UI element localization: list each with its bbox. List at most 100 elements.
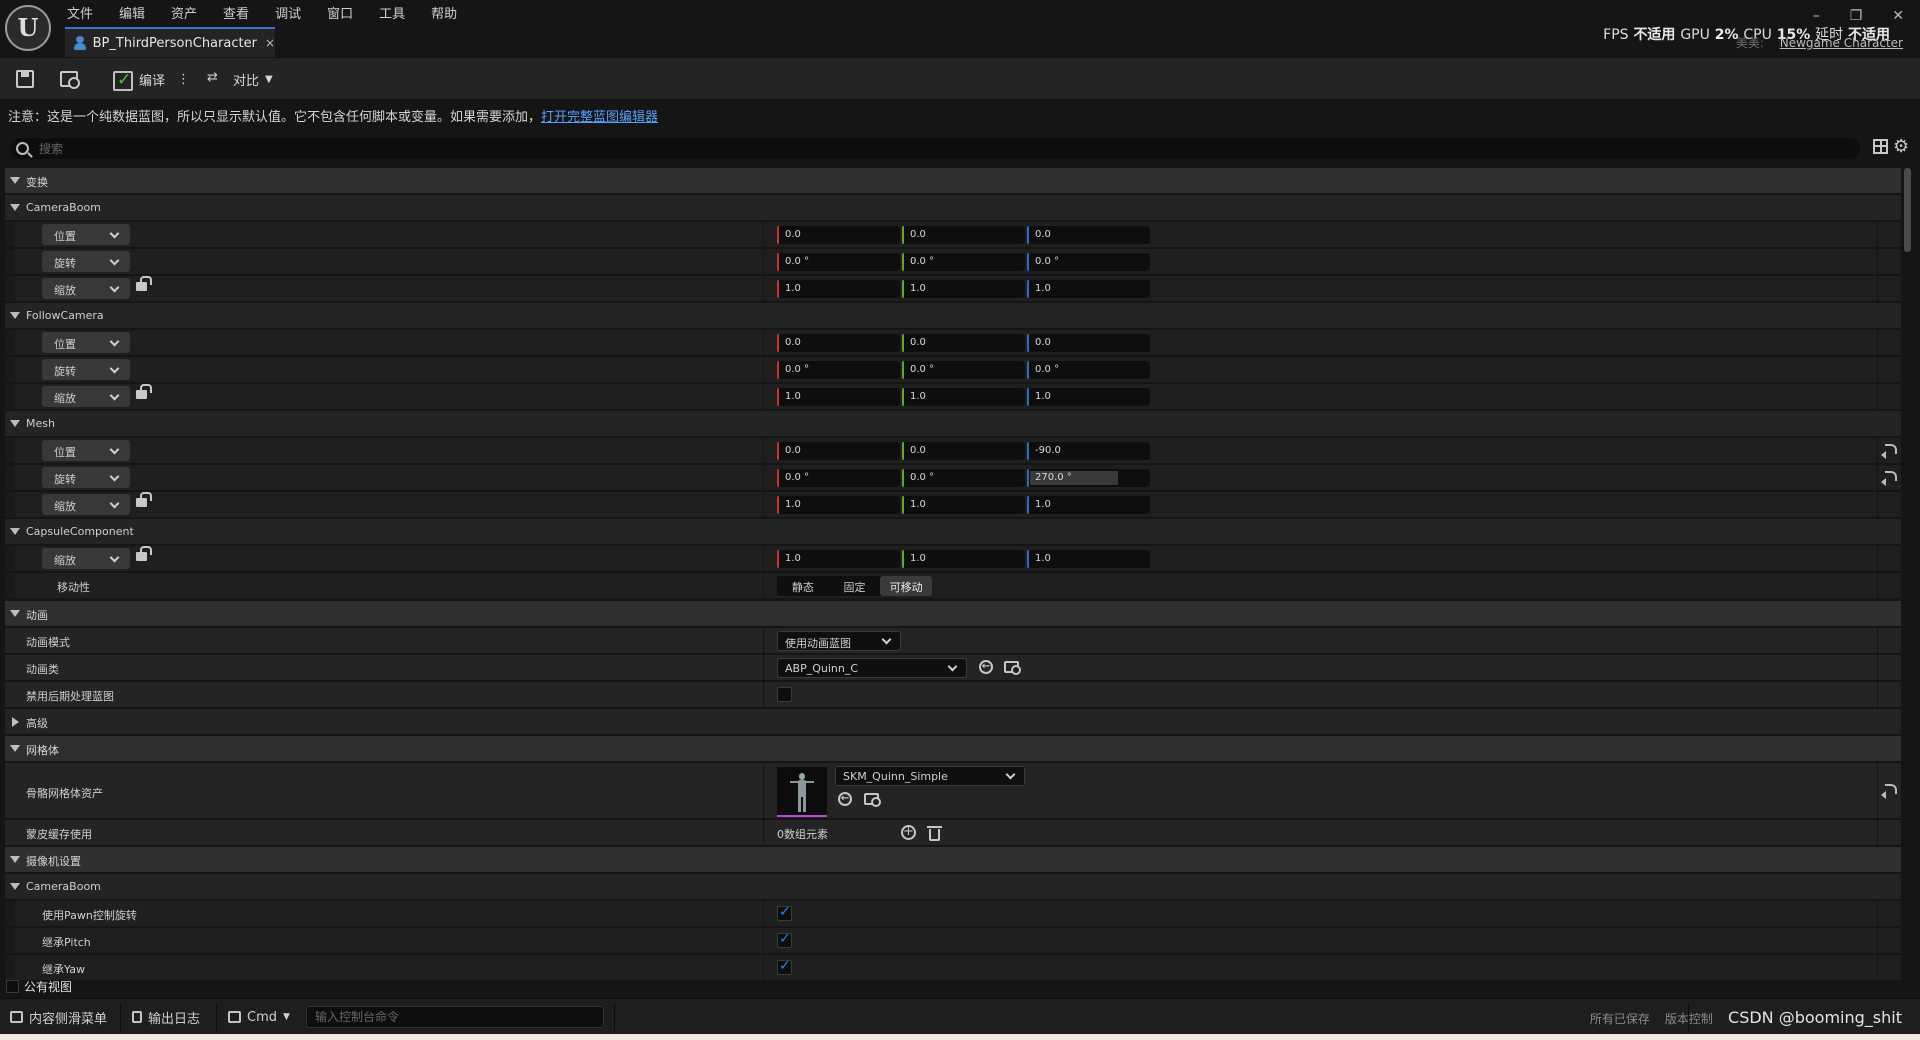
browse-asset-icon[interactable] [864,793,881,807]
minimize-icon[interactable]: – [1813,8,1820,24]
expand-arrow-icon[interactable] [10,856,20,863]
menu-item-help[interactable]: 帮助 [431,3,457,22]
mesh-thumbnail[interactable] [777,767,827,817]
rotation-mode-dropdown[interactable]: 旋转 [42,251,130,272]
scale-z-field[interactable]: 1.0 [1027,388,1150,406]
restore-icon[interactable]: ❐ [1850,8,1863,24]
group-camera-boom[interactable]: CameraBoom [5,195,1901,221]
location-x-field[interactable]: 0.0 [777,442,900,460]
use-pawn-control-rotation-checkbox[interactable] [777,904,792,921]
category-camera-settings[interactable]: 摄像机设置 [5,847,1901,873]
expand-arrow-icon[interactable] [10,312,20,319]
unlock-icon[interactable] [136,384,152,399]
inherit-pitch-checkbox[interactable] [777,931,792,948]
expand-arrow-icon[interactable] [10,204,20,211]
animation-class-dropdown[interactable]: ABP_Quinn_C [777,658,967,678]
menu-item-tools[interactable]: 工具 [379,3,405,22]
project-link[interactable]: Newgame Character [1780,36,1903,50]
scale-x-field[interactable]: 1.0 [777,496,900,514]
close-tab-icon[interactable]: × [265,36,275,50]
property-matrix-icon[interactable] [1873,139,1888,154]
rotation-y-field[interactable]: 0.0 ° [902,361,1025,379]
source-control-button[interactable]: 版本控制 [1665,1012,1713,1026]
scale-y-field[interactable]: 1.0 [902,280,1025,298]
scale-z-field[interactable]: 1.0 [1027,550,1150,568]
scale-x-field[interactable]: 1.0 [777,550,900,568]
unlock-icon[interactable] [136,276,152,291]
document-tab[interactable]: BP_ThirdPersonCharacter × [65,27,275,57]
mobility-static-option[interactable]: 静态 [777,576,829,596]
scale-y-field[interactable]: 1.0 [902,388,1025,406]
expand-arrow-icon[interactable] [10,528,20,535]
location-mode-dropdown[interactable]: 位置 [42,224,130,245]
disable-post-process-checkbox[interactable] [777,687,792,702]
scale-y-field[interactable]: 1.0 [902,550,1025,568]
animation-mode-dropdown[interactable]: 使用动画蓝图 [777,631,901,651]
location-y-field[interactable]: 0.0 [902,226,1025,244]
reset-to-default-icon[interactable] [1881,471,1897,486]
menu-item-window[interactable]: 窗口 [327,3,353,22]
add-element-icon[interactable]: + [901,825,916,840]
scale-y-field[interactable]: 1.0 [902,496,1025,514]
location-z-field[interactable]: 0.0 [1027,226,1150,244]
expand-arrow-icon[interactable] [10,745,20,752]
skeletal-mesh-dropdown[interactable]: SKM_Quinn_Simple [835,766,1025,786]
inherit-yaw-checkbox[interactable] [777,958,792,975]
category-animation[interactable]: 动画 [5,601,1901,627]
gear-icon[interactable]: ⚙ [1893,136,1909,157]
unlock-icon[interactable] [136,492,152,507]
use-selected-asset-icon[interactable]: ← [979,660,993,674]
category-transform[interactable]: 变换 [5,168,1901,194]
rotation-mode-dropdown[interactable]: 旋转 [42,359,130,380]
expand-arrow-icon[interactable] [10,177,20,184]
search-input[interactable] [39,141,1839,156]
diff-button[interactable]: ⇄ 对比 ▼ [207,68,273,90]
location-z-field[interactable]: 0.0 [1027,334,1150,352]
reset-to-default-icon[interactable] [1881,784,1897,799]
location-y-field[interactable]: 0.0 [902,442,1025,460]
rotation-x-field[interactable]: 0.0 ° [777,361,900,379]
content-drawer-button[interactable]: 内容侧滑菜单 [10,1008,107,1027]
output-log-button[interactable]: 输出日志 [132,1008,200,1027]
category-mesh[interactable]: 网格体 [5,736,1901,762]
location-mode-dropdown[interactable]: 位置 [42,440,130,461]
rotation-y-field[interactable]: 0.0 ° [902,253,1025,271]
location-x-field[interactable]: 0.0 [777,334,900,352]
unreal-logo-icon[interactable]: U [5,5,51,51]
rotation-x-field[interactable]: 0.0 ° [777,469,900,487]
scale-x-field[interactable]: 1.0 [777,280,900,298]
expand-arrow-icon[interactable] [10,420,20,427]
expand-arrow-icon[interactable] [10,883,20,890]
search-box[interactable] [10,138,1860,159]
rotation-z-field[interactable]: 270.0 ° [1027,469,1150,487]
menu-item-file[interactable]: 文件 [67,3,93,22]
details-scrollbar[interactable] [1904,168,1911,252]
delete-all-icon[interactable] [927,826,942,841]
menu-item-view[interactable]: 查看 [223,3,249,22]
menu-item-edit[interactable]: 编辑 [119,3,145,22]
rotation-y-field[interactable]: 0.0 ° [902,469,1025,487]
public-view-toggle[interactable]: 公有视图 [6,978,72,995]
scale-mode-dropdown[interactable]: 缩放 [42,278,130,299]
public-view-checkbox[interactable] [6,980,19,993]
mobility-stationary-option[interactable]: 固定 [829,576,881,596]
all-saved-indicator[interactable]: 所有已保存 [1590,1012,1650,1026]
open-full-editor-link[interactable]: 打开完整蓝图编辑器 [541,110,658,125]
scale-mode-dropdown[interactable]: 缩放 [42,548,130,569]
location-y-field[interactable]: 0.0 [902,334,1025,352]
rotation-mode-dropdown[interactable]: 旋转 [42,467,130,488]
browse-asset-icon[interactable] [1004,661,1021,675]
location-mode-dropdown[interactable]: 位置 [42,332,130,353]
expand-arrow-icon[interactable] [10,610,20,617]
scale-mode-dropdown[interactable]: 缩放 [42,494,130,515]
save-button[interactable] [16,68,34,90]
group-camera-boom-settings[interactable]: CameraBoom [5,874,1901,900]
menu-item-asset[interactable]: 资产 [171,3,197,22]
scale-z-field[interactable]: 1.0 [1027,496,1150,514]
compile-button[interactable]: 编译 [113,68,165,91]
compile-options-button[interactable]: ⋮ [177,68,190,90]
browse-button[interactable] [60,68,80,90]
rotation-z-field[interactable]: 0.0 ° [1027,361,1150,379]
group-follow-camera[interactable]: FollowCamera [5,303,1901,329]
mobility-movable-option[interactable]: 可移动 [880,576,933,596]
